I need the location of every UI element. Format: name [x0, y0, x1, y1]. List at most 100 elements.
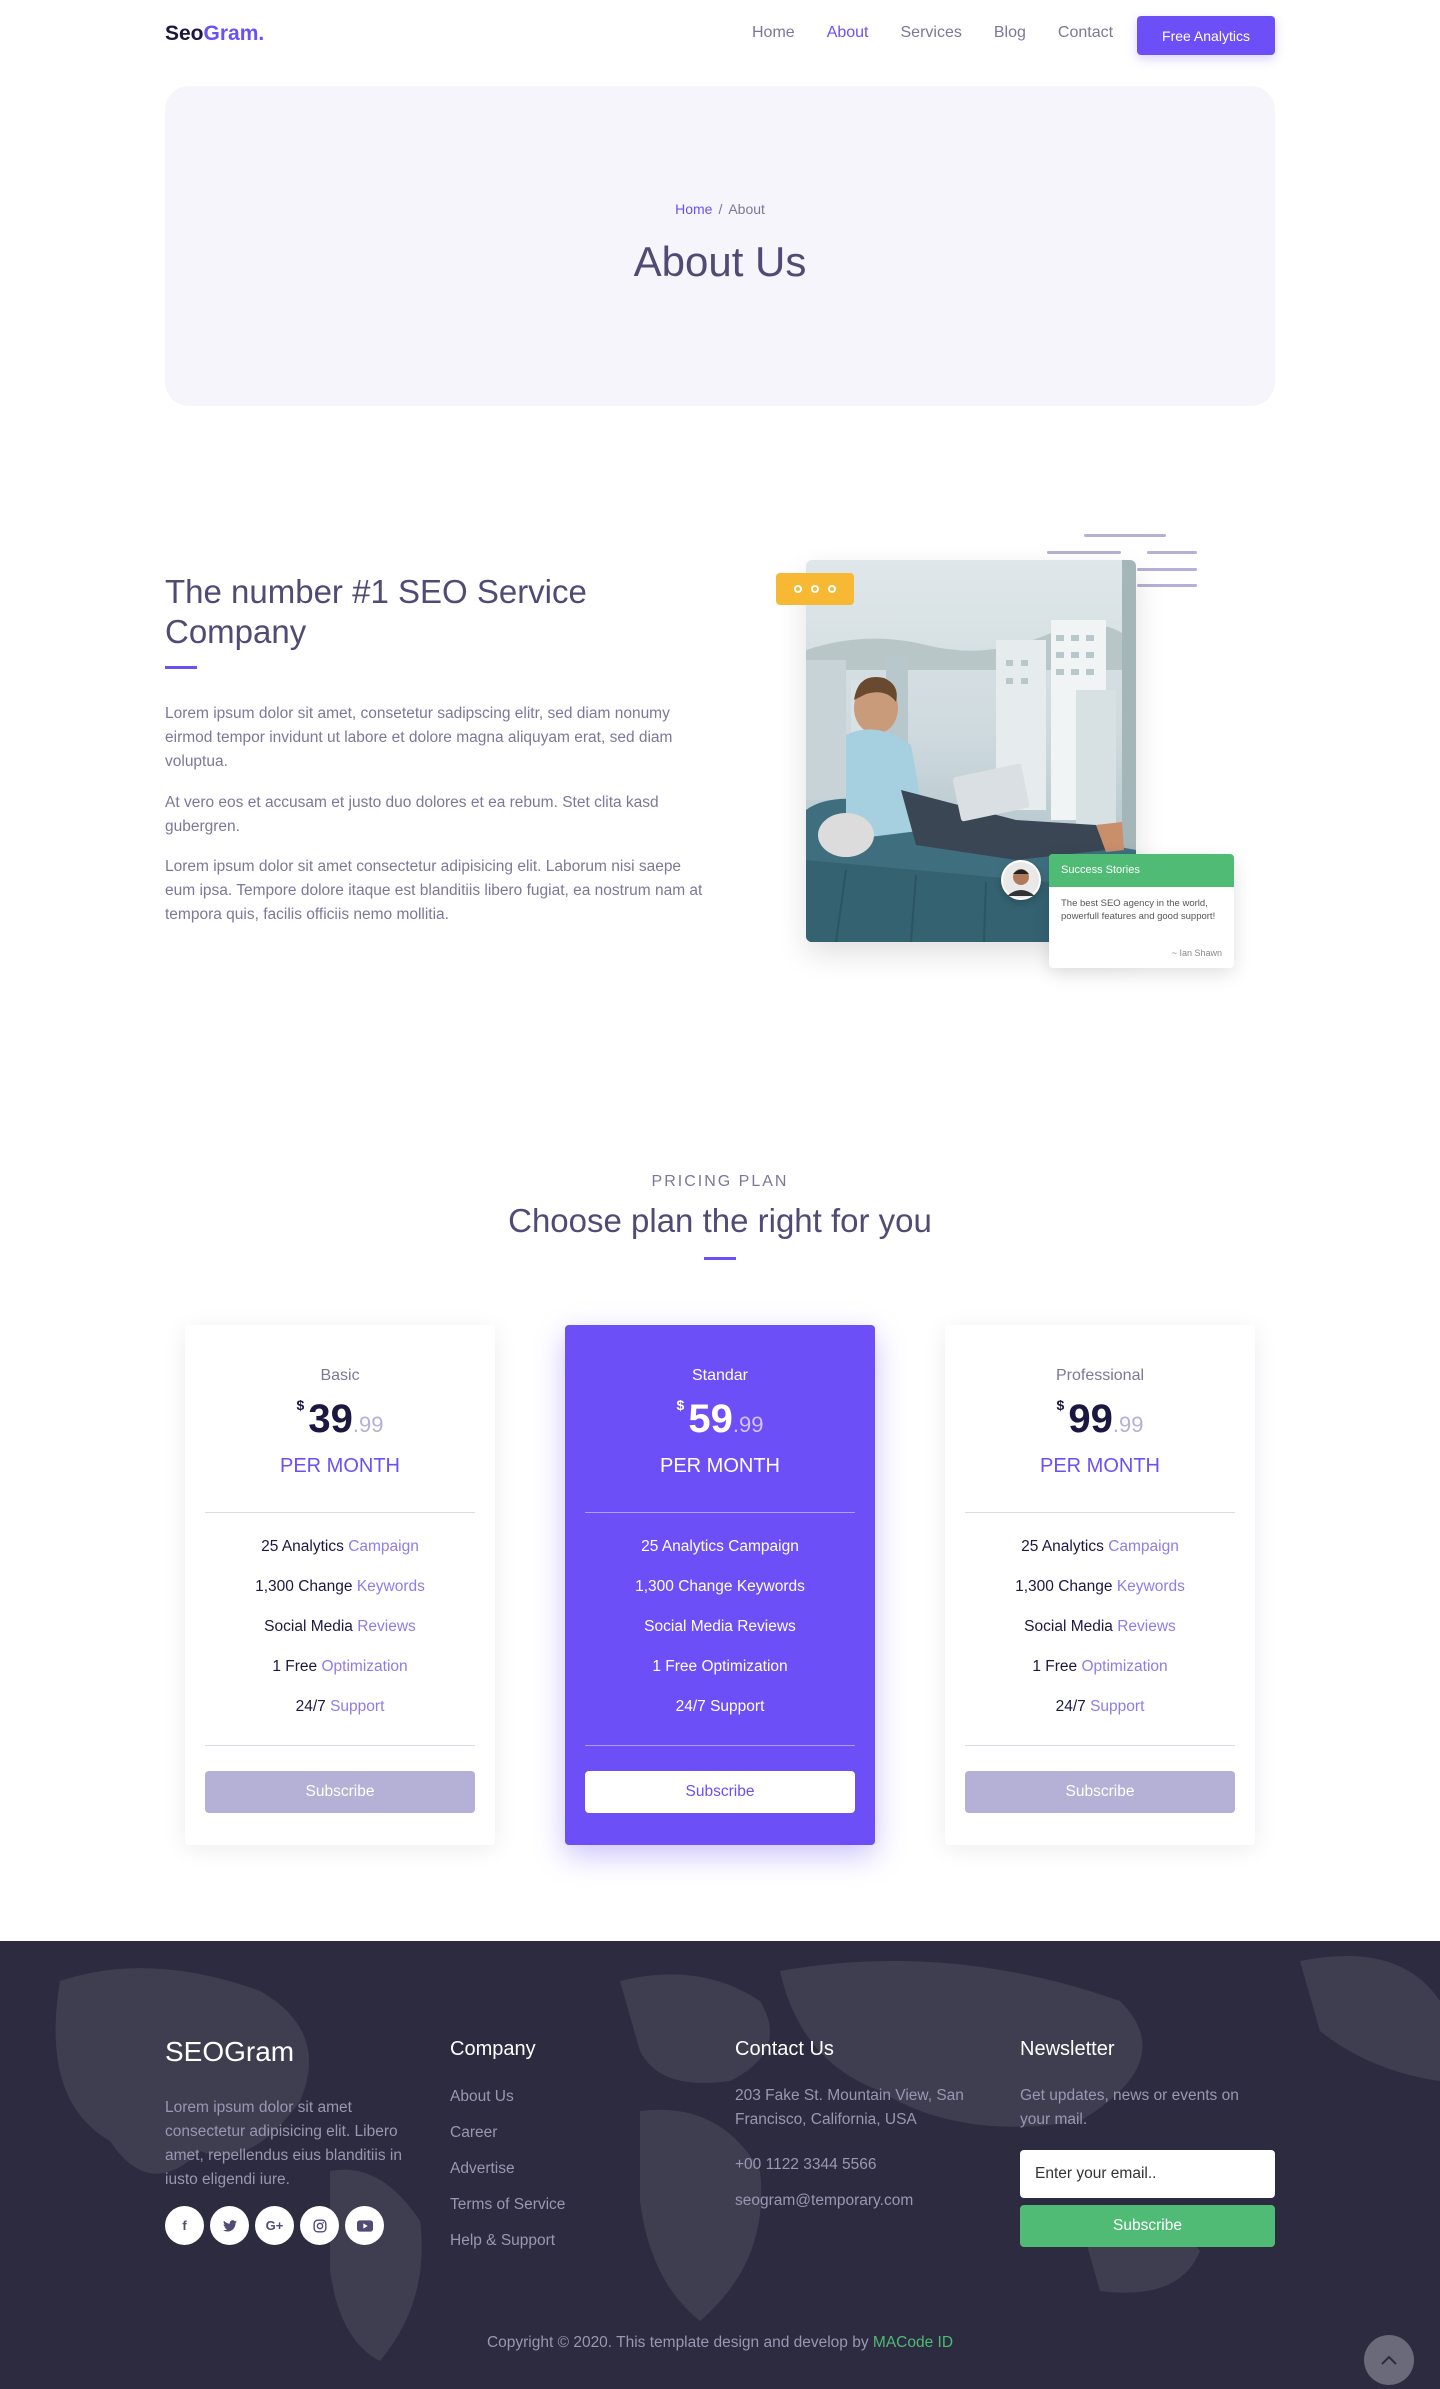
site-logo[interactable]: SeoGram. — [165, 22, 264, 46]
price-cents: .99 — [732, 1412, 764, 1437]
facebook-icon[interactable]: f — [165, 2206, 204, 2245]
nav-link-home[interactable]: Home — [752, 24, 795, 42]
instagram-glyph — [312, 2218, 327, 2233]
contact-heading: Contact Us — [735, 2038, 834, 2060]
decorative-line — [1047, 551, 1121, 554]
feature-soft: Keywords — [1116, 1578, 1185, 1595]
list-item: 1 Free Optimization — [185, 1658, 495, 1698]
list-item: 24/7 Support — [185, 1698, 495, 1738]
pricing-heading: Choose plan the right for you — [508, 1202, 932, 1239]
nav-link-about[interactable]: About — [827, 24, 869, 42]
decorative-line — [1137, 584, 1197, 587]
list-item: 25 Analytics Campaign — [565, 1538, 875, 1578]
footer-link-help[interactable]: Help & Support — [450, 2232, 555, 2250]
divider — [205, 1512, 475, 1513]
footer-link-advertise[interactable]: Advertise — [450, 2160, 515, 2178]
list-item: 25 Analytics Campaign — [945, 1538, 1255, 1578]
list-item: 1 Free Optimization — [945, 1658, 1255, 1698]
newsletter-heading: Newsletter — [1020, 2038, 1115, 2060]
dot-icon — [794, 585, 802, 593]
nav-links: Home About Services Blog Contact — [752, 24, 1145, 42]
footer-link-terms[interactable]: Terms of Service — [450, 2196, 565, 2214]
newsletter-subscribe-button[interactable]: Subscribe — [1020, 2205, 1275, 2247]
subscribe-button-basic[interactable]: Subscribe — [205, 1771, 475, 1813]
plan-period: PER MONTH — [660, 1455, 780, 1477]
price-amount: 59 — [688, 1397, 733, 1441]
breadcrumb-separator: / — [718, 201, 723, 217]
list-item: 1,300 Change Keywords — [945, 1578, 1255, 1618]
decorative-line — [1137, 568, 1197, 571]
feature-strong: 24/7 — [295, 1698, 326, 1715]
footer-about-text: Lorem ipsum dolor sit amet consectetur a… — [165, 2099, 402, 2188]
footer-link-career[interactable]: Career — [450, 2124, 497, 2142]
nav-link-contact[interactable]: Contact — [1058, 24, 1113, 42]
breadcrumb-current: About — [728, 201, 765, 217]
about-paragraph-2: At vero eos et accusam et justo duo dolo… — [165, 794, 659, 835]
newsletter-text: Get updates, news or events on your mail… — [1020, 2087, 1239, 2128]
divider — [965, 1745, 1235, 1746]
subscribe-button-standar[interactable]: Subscribe — [585, 1771, 855, 1813]
list-item: 24/7 Support — [565, 1698, 875, 1738]
instagram-icon[interactable] — [300, 2206, 339, 2245]
list-item: Social Media Reviews — [185, 1618, 495, 1658]
social-links: f G+ — [165, 2206, 384, 2245]
price-currency: $ — [296, 1397, 305, 1413]
feature-strong: Social Media — [1024, 1618, 1113, 1635]
feature-soft: Optimization — [321, 1658, 408, 1675]
feature-strong: 1 Free — [1032, 1658, 1078, 1675]
pricing-heading-underline — [704, 1257, 736, 1260]
feature-strong: 1,300 Change — [255, 1578, 353, 1595]
footer-link-about-us[interactable]: About Us — [450, 2088, 514, 2106]
divider — [585, 1745, 855, 1746]
list-item: 25 Analytics Campaign — [185, 1538, 495, 1578]
youtube-glyph — [356, 2219, 373, 2232]
about-heading: The number #1 SEO Service Company — [165, 573, 587, 650]
youtube-icon[interactable] — [345, 2206, 384, 2245]
decorative-line — [1147, 551, 1197, 554]
person-avatar-icon — [1003, 862, 1039, 898]
contact-phone[interactable]: +00 1122 3344 5566 — [735, 2153, 877, 2177]
decorative-line — [1084, 534, 1166, 537]
list-item: 1,300 Change Keywords — [565, 1578, 875, 1618]
divider — [585, 1512, 855, 1513]
price-cents: .99 — [1112, 1412, 1144, 1437]
about-heading-underline — [165, 666, 197, 669]
back-to-top-button[interactable] — [1364, 2335, 1414, 2385]
pricing-eyebrow: PRICING PLAN — [651, 1173, 789, 1190]
feature-soft: Reviews — [737, 1618, 796, 1635]
feature-soft: Campaign — [348, 1538, 419, 1555]
feature-strong: 24/7 — [1055, 1698, 1086, 1715]
logo-main-text: Seo — [165, 22, 204, 45]
nav-link-services[interactable]: Services — [901, 24, 962, 42]
contact-email[interactable]: seogram@temporary.com — [735, 2189, 913, 2213]
price-amount: 39 — [308, 1397, 353, 1441]
nav-link-blog[interactable]: Blog — [994, 24, 1026, 42]
copyright-text: Copyright © 2020. This template design a… — [486, 2334, 869, 2351]
price-currency: $ — [1056, 1397, 1065, 1413]
feature-strong: 1,300 Change — [635, 1578, 733, 1595]
feature-soft: Optimization — [701, 1658, 788, 1675]
pricing-card-basic: Basic $39.99 PER MONTH 25 Analytics Camp… — [185, 1325, 495, 1845]
price-cents: .99 — [352, 1412, 384, 1437]
feature-strong: 1 Free — [652, 1658, 698, 1675]
subscribe-button-professional[interactable]: Subscribe — [965, 1771, 1235, 1813]
twitter-bird-glyph — [222, 2219, 237, 2232]
contact-address: 203 Fake St. Mountain View, San Francisc… — [735, 2087, 964, 2128]
feature-soft: Support — [1090, 1698, 1145, 1715]
about-paragraph-1: Lorem ipsum dolor sit amet, consetetur s… — [165, 705, 673, 770]
google-plus-icon[interactable]: G+ — [255, 2206, 294, 2245]
copyright-brand-link[interactable]: MACode ID — [873, 2334, 953, 2351]
newsletter-email-input[interactable] — [1020, 2150, 1275, 2198]
free-analytics-button[interactable]: Free Analytics — [1137, 16, 1275, 55]
list-item: 1 Free Optimization — [565, 1658, 875, 1698]
plan-name: Basic — [320, 1367, 360, 1384]
success-story-title: Success Stories — [1049, 854, 1234, 887]
dots-badge — [776, 573, 854, 605]
page-header-banner: Home / About About Us — [165, 86, 1275, 406]
twitter-icon[interactable] — [210, 2206, 249, 2245]
feature-strong: 1,300 Change — [1015, 1578, 1113, 1595]
divider — [965, 1512, 1235, 1513]
company-heading: Company — [450, 2038, 536, 2060]
breadcrumb-home-link[interactable]: Home — [675, 201, 712, 217]
footer-logo[interactable]: SEOGram — [165, 2036, 294, 2068]
